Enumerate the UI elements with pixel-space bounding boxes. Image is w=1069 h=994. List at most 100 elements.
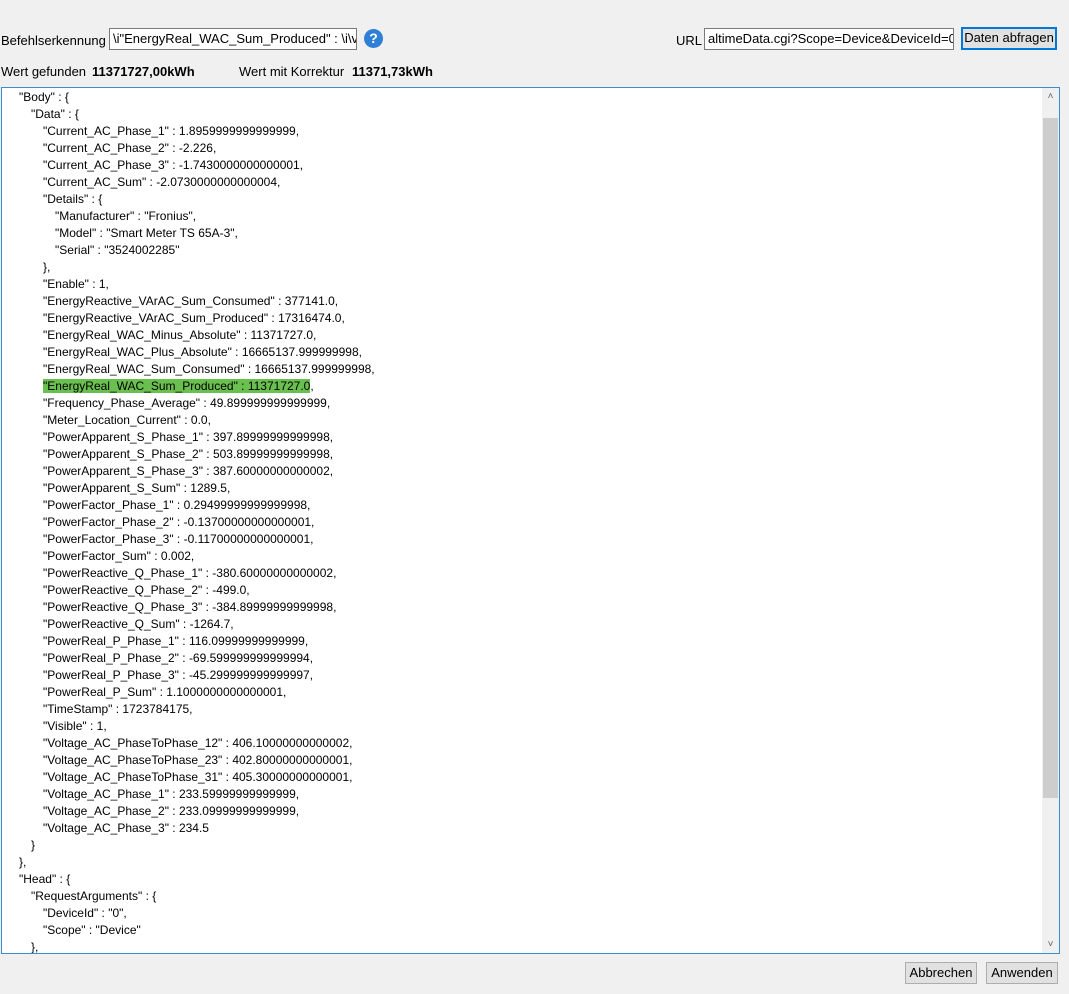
json-line-text: }	[31, 838, 36, 852]
json-line-text: "Current_AC_Phase_1" : 1.895999999999999…	[43, 124, 300, 138]
json-line: },	[43, 259, 50, 276]
json-line: "PowerReactive_Q_Phase_2" : -499.0,	[43, 582, 250, 599]
json-line: "PowerReal_P_Sum" : 1.1000000000000001,	[43, 684, 286, 701]
json-line: "TimeStamp" : 1723784175,	[43, 701, 193, 718]
json-line: "PowerReal_P_Phase_2" : -69.599999999999…	[43, 650, 313, 667]
json-line-text: "Voltage_AC_Phase_2" : 233.0999999999999…	[43, 804, 300, 818]
json-line-text: "Voltage_AC_PhaseToPhase_31" : 405.30000…	[43, 770, 353, 784]
json-line-text: "Voltage_AC_PhaseToPhase_12" : 406.10000…	[43, 736, 353, 750]
json-line: "Current_AC_Sum" : -2.0730000000000004,	[43, 174, 280, 191]
vertical-scrollbar[interactable]: ˄ ˅	[1042, 88, 1059, 953]
apply-button[interactable]: Anwenden	[986, 962, 1058, 984]
url-input[interactable]: altimeData.cgi?Scope=Device&DeviceId=0	[704, 28, 954, 50]
json-line-text: "EnergyReal_WAC_Sum_Consumed" : 16665137…	[43, 362, 375, 376]
json-line: "Voltage_AC_Phase_1" : 233.5999999999999…	[43, 786, 299, 803]
json-line-text: "EnergyReactive_VArAC_Sum_Produced" : 17…	[43, 311, 345, 325]
json-line: "Current_AC_Phase_2" : -2.226,	[43, 140, 216, 157]
json-line: "PowerFactor_Phase_2" : -0.1370000000000…	[43, 514, 314, 531]
json-line: "PowerReactive_Q_Phase_3" : -384.8999999…	[43, 599, 336, 616]
json-line: "Current_AC_Phase_3" : -1.74300000000000…	[43, 157, 303, 174]
json-line-text: "Enable" : 1,	[43, 277, 109, 291]
json-line: "Body" : {	[19, 89, 69, 106]
json-line: "PowerReactive_Q_Phase_1" : -380.6000000…	[43, 565, 336, 582]
json-line: "Meter_Location_Current" : 0.0,	[43, 412, 211, 429]
json-line-text: "PowerReal_P_Phase_1" : 116.099999999999…	[43, 634, 309, 648]
json-line-text: "Visible" : 1,	[43, 719, 107, 733]
response-textarea[interactable]: "Body" : { "Data" : { "Current_AC_Phase_1"…	[1, 87, 1060, 954]
json-line-text: "PowerReactive_Q_Phase_3" : -384.8999999…	[43, 600, 337, 614]
fetch-data-button[interactable]: Daten abfragen	[961, 27, 1057, 50]
json-line: }	[31, 837, 35, 854]
json-line: "PowerFactor_Sum" : 0.002,	[43, 548, 194, 565]
json-line: "Frequency_Phase_Average" : 49.899999999…	[43, 395, 330, 412]
json-line-text: "Meter_Location_Current" : 0.0,	[43, 413, 211, 427]
json-line: "PowerReal_P_Phase_3" : -45.299999999999…	[43, 667, 313, 684]
json-line-text: },	[43, 260, 51, 274]
json-line: "Data" : {	[31, 106, 79, 123]
json-line-text: "Body" : {	[19, 90, 69, 104]
cancel-button[interactable]: Abbrechen	[905, 962, 977, 984]
json-line-text: "PowerReal_P_Sum" : 1.1000000000000001,	[43, 685, 287, 699]
json-line-text: "Model" : "Smart Meter TS 65A-3",	[55, 226, 238, 240]
command-pattern-input[interactable]: \i"EnergyReal_WAC_Sum_Produced" : \i\v	[109, 28, 357, 50]
json-line-text: "PowerReactive_Q_Phase_2" : -499.0,	[43, 583, 250, 597]
json-line: "EnergyReactive_VArAC_Sum_Produced" : 17…	[43, 310, 345, 327]
json-line: "PowerApparent_S_Phase_2" : 503.89999999…	[43, 446, 333, 463]
json-line: "Visible" : 1,	[43, 718, 107, 735]
json-line: "Manufacturer" : "Fronius",	[55, 208, 196, 225]
json-line: "PowerFactor_Phase_3" : -0.1170000000000…	[43, 531, 314, 548]
json-line-text: "Current_AC_Phase_2" : -2.226,	[43, 141, 217, 155]
json-line: "Voltage_AC_PhaseToPhase_12" : 406.10000…	[43, 735, 352, 752]
json-line: "EnergyReactive_VArAC_Sum_Consumed" : 37…	[43, 293, 338, 310]
json-line: "Enable" : 1,	[43, 276, 109, 293]
json-line-text: "Current_AC_Phase_3" : -1.74300000000000…	[43, 158, 304, 172]
json-line-text: "Details" : {	[43, 192, 103, 206]
json-line-text: "PowerApparent_S_Phase_1" : 397.89999999…	[43, 430, 334, 444]
json-line-text: "EnergyReal_WAC_Plus_Absolute" : 1666513…	[43, 345, 362, 359]
json-line: "Voltage_AC_PhaseToPhase_23" : 402.80000…	[43, 752, 352, 769]
json-line: "EnergyReal_WAC_Sum_Consumed" : 16665137…	[43, 361, 375, 378]
json-line-text: "PowerReal_P_Phase_2" : -69.599999999999…	[43, 651, 314, 665]
json-line-text: },	[19, 855, 27, 869]
json-line-text: "PowerFactor_Phase_3" : -0.1170000000000…	[43, 532, 314, 546]
json-line: "PowerReal_P_Phase_1" : 116.099999999999…	[43, 633, 308, 650]
scroll-thumb[interactable]	[1043, 118, 1058, 798]
json-line: "PowerFactor_Phase_1" : 0.29499999999999…	[43, 497, 310, 514]
scroll-down-icon[interactable]: ˅	[1042, 936, 1059, 953]
command-label: Befehlserkennung	[1, 33, 106, 48]
json-line-text: "TimeStamp" : 1723784175,	[43, 702, 193, 716]
json-line-text: "PowerReal_P_Phase_3" : -45.299999999999…	[43, 668, 314, 682]
json-line-text: "PowerApparent_S_Sum" : 1289.5,	[43, 481, 231, 495]
json-line: "Head" : {	[19, 871, 70, 888]
json-line: "EnergyReal_WAC_Sum_Produced" : 11371727…	[43, 378, 314, 395]
json-line-text: "PowerApparent_S_Phase_2" : 503.89999999…	[43, 447, 334, 461]
help-icon[interactable]: ?	[364, 29, 383, 48]
json-line-text: "Data" : {	[31, 107, 79, 121]
json-line: "EnergyReal_WAC_Minus_Absolute" : 113717…	[43, 327, 316, 344]
url-label: URL	[676, 33, 703, 48]
json-line: "PowerReactive_Q_Sum" : -1264.7,	[43, 616, 234, 633]
json-line-text: "Head" : {	[19, 872, 71, 886]
json-line-text: "Voltage_AC_Phase_1" : 233.5999999999999…	[43, 787, 300, 801]
json-line-text: "EnergyReal_WAC_Sum_Produced" : 11371727…	[43, 379, 311, 393]
json-line: "EnergyReal_WAC_Plus_Absolute" : 1666513…	[43, 344, 362, 361]
json-line: "RequestArguments" : {	[31, 888, 156, 905]
json-line: "PowerApparent_S_Phase_3" : 387.60000000…	[43, 463, 333, 480]
json-line-text: "DeviceId" : "0",	[43, 906, 127, 920]
json-line-text: "Serial" : "3524002285"	[55, 243, 180, 257]
json-line-text: "Scope" : "Device"	[43, 923, 141, 937]
json-line: "PowerApparent_S_Phase_1" : 397.89999999…	[43, 429, 333, 446]
json-line: "Current_AC_Phase_1" : 1.895999999999999…	[43, 123, 299, 140]
json-line-text: "Manufacturer" : "Fronius",	[55, 209, 197, 223]
json-line: "Voltage_AC_PhaseToPhase_31" : 405.30000…	[43, 769, 352, 786]
json-line-text: "PowerReactive_Q_Sum" : -1264.7,	[43, 617, 234, 631]
found-label: Wert gefunden	[1, 64, 87, 79]
json-line-text: "PowerFactor_Phase_2" : -0.1370000000000…	[43, 515, 315, 529]
json-line-text: "PowerFactor_Sum" : 0.002,	[43, 549, 195, 563]
json-line: },	[19, 854, 26, 871]
json-line: "Scope" : "Device"	[43, 922, 141, 939]
json-line-text: "Voltage_AC_PhaseToPhase_23" : 402.80000…	[43, 753, 353, 767]
json-line: "Serial" : "3524002285"	[55, 242, 179, 259]
scroll-up-icon[interactable]: ˄	[1042, 88, 1059, 105]
json-line-text: "EnergyReal_WAC_Minus_Absolute" : 113717…	[43, 328, 317, 342]
